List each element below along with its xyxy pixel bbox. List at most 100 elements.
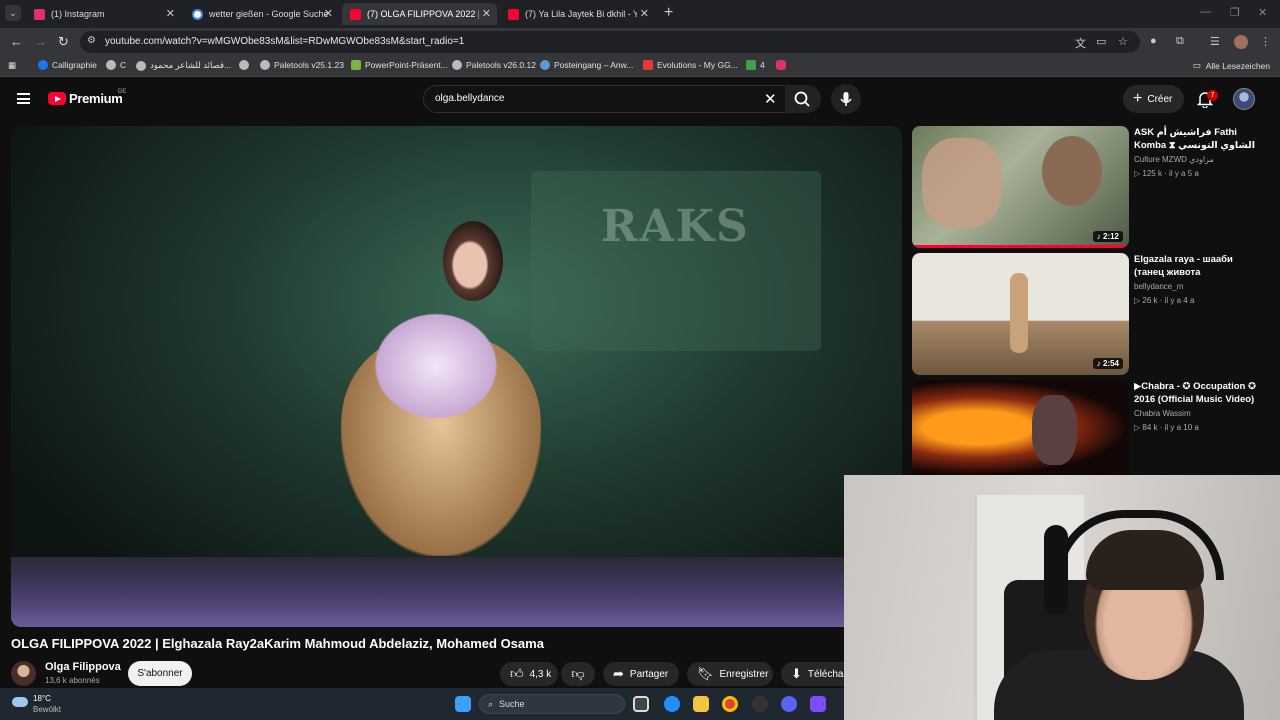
- new-tab-button[interactable]: +: [664, 4, 673, 22]
- search-query: olga.bellydance: [435, 93, 505, 104]
- tab-list-icon[interactable]: ☰: [1210, 35, 1220, 48]
- subscribe-button[interactable]: S'abonner: [128, 661, 192, 686]
- edge-icon[interactable]: [664, 696, 680, 712]
- microphone-icon: [840, 92, 852, 106]
- bookmark-evolutions[interactable]: Evolutions - My GG...: [643, 60, 738, 70]
- bookmark-paletools-26[interactable]: Paletools v26.0.12: [452, 60, 536, 70]
- close-tab-icon[interactable]: ✕: [482, 7, 491, 20]
- tab-youtube-olga[interactable]: (7) OLGA FILIPPOVA 2022 | Elgh ✕: [342, 3, 497, 25]
- bookmark-instagram[interactable]: [776, 60, 790, 70]
- share-button[interactable]: ➦ Partager: [603, 662, 679, 686]
- bookmark-powerpoint[interactable]: PowerPoint-Präsent...: [351, 60, 448, 70]
- instagram-icon: [776, 60, 786, 70]
- video-title: OLGA FILIPPOVA 2022 | Elghazala Ray2aKar…: [11, 636, 544, 651]
- save-button[interactable]: 🔖︎ Enregistrer: [687, 662, 773, 686]
- video-thumbnail[interactable]: ♪ 2:12: [912, 126, 1129, 248]
- bookmark-c[interactable]: C: [106, 60, 126, 70]
- close-tab-icon[interactable]: ✕: [324, 7, 333, 20]
- stage-banner: [531, 171, 821, 351]
- bookmark-star-icon[interactable]: ☆: [1118, 35, 1128, 48]
- weather-temperature[interactable]: 18°C: [33, 694, 51, 703]
- bookmark-paletools-25-label[interactable]: Paletools v25.1.23: [260, 60, 344, 70]
- download-button[interactable]: ⬇ Téléchar: [781, 662, 847, 686]
- globe-icon: [452, 60, 462, 70]
- task-view-icon[interactable]: [633, 696, 649, 712]
- share-icon: ➦: [613, 666, 624, 681]
- suggested-video-title: ASK فراشيش أم Fathi Komba ⧗ الشاوي التون…: [1134, 127, 1255, 151]
- close-tab-icon[interactable]: ✕: [640, 7, 649, 20]
- taskbar-search[interactable]: ⌕ Suche: [479, 694, 625, 714]
- dislike-button[interactable]: 👎︎: [561, 662, 595, 686]
- account-avatar[interactable]: [1233, 88, 1255, 110]
- youtube-masthead: Premium DE olga.bellydance ✕ + Créer: [0, 77, 1280, 121]
- youtube-icon: [508, 8, 519, 20]
- thumbnail-person: [1032, 395, 1077, 465]
- menu-icon[interactable]: [17, 93, 30, 104]
- profile-avatar[interactable]: [1234, 35, 1248, 49]
- channel-avatar[interactable]: [11, 661, 36, 686]
- address-bar[interactable]: ⚙ youtube.com/watch?v=wMGWObe83sM&list=R…: [80, 31, 1140, 53]
- suggested-video-meta: ▷ 125 k · il y a 5 a: [1134, 169, 1199, 178]
- apps-grid-icon[interactable]: ▦: [8, 60, 16, 71]
- thumbnail-dancer: [1010, 273, 1028, 353]
- restore-icon[interactable]: ❐: [1230, 6, 1240, 19]
- video-thumbnail[interactable]: [912, 380, 1129, 475]
- translate-icon[interactable]: 文: [1075, 35, 1086, 51]
- like-button[interactable]: 👍︎ 4,3 k: [500, 662, 558, 686]
- chrome-icon[interactable]: [722, 696, 738, 712]
- app-icon[interactable]: [810, 696, 826, 712]
- file-explorer-icon[interactable]: [693, 696, 709, 712]
- weather-condition[interactable]: Bewölkt: [33, 705, 61, 714]
- bookmark-4[interactable]: 4: [746, 60, 765, 70]
- thumbs-down-icon: 👎︎: [571, 666, 585, 681]
- bookmark-arabic-poems[interactable]: قصائد للشاعر محمود...: [136, 60, 231, 71]
- forward-icon[interactable]: →: [34, 34, 47, 49]
- search-button[interactable]: [785, 85, 821, 113]
- bookmark-calligraphie[interactable]: Calligraphie: [38, 60, 97, 70]
- browser-toolbar: ← → ↻ ⚙ youtube.com/watch?v=wMGWObe83sM&…: [0, 28, 1280, 56]
- extension-icon[interactable]: ●: [1150, 35, 1157, 47]
- cast-icon[interactable]: ▭: [1096, 35, 1106, 48]
- windows-start-icon[interactable]: [455, 696, 471, 712]
- reload-icon[interactable]: ↻: [58, 34, 69, 50]
- windows-taskbar: 18°C Bewölkt ⌕ Suche: [0, 688, 844, 720]
- suggested-video-meta: ▷ 84 k · il y a 10 a: [1134, 423, 1199, 432]
- suggested-video-channel[interactable]: Culture MZWD مزاودي: [1134, 155, 1214, 164]
- video-player[interactable]: RAKS: [11, 126, 902, 627]
- clear-search-icon[interactable]: ✕: [764, 90, 777, 108]
- channel-name[interactable]: Olga Filippova: [45, 661, 121, 673]
- tab-search-button[interactable]: ⌄: [5, 5, 21, 21]
- bookmark-icon: 🔖︎: [697, 666, 714, 681]
- youtube-logo-icon[interactable]: [48, 92, 66, 105]
- suggested-video-channel[interactable]: Chabra Wassim: [1134, 409, 1191, 418]
- video-thumbnail[interactable]: ♪ 2:54: [912, 253, 1129, 375]
- watch-progress-bar: [912, 245, 1129, 248]
- tab-google-search[interactable]: wetter gießen - Google Suche ✕: [184, 3, 339, 25]
- obs-icon[interactable]: [752, 696, 768, 712]
- folder-icon: ▭: [1192, 60, 1201, 70]
- minimize-icon[interactable]: —: [1200, 6, 1211, 18]
- cloud-icon[interactable]: [12, 697, 28, 707]
- voice-search-button[interactable]: [831, 84, 861, 114]
- close-window-icon[interactable]: ✕: [1258, 6, 1267, 19]
- all-bookmarks[interactable]: ▭ Alle Lesezeichen: [1193, 60, 1270, 71]
- ggg-icon: [643, 60, 653, 70]
- discord-icon[interactable]: [781, 696, 797, 712]
- mail-icon: [540, 60, 550, 70]
- suggested-video-channel[interactable]: bellydance_m: [1134, 282, 1183, 291]
- back-icon[interactable]: ←: [10, 34, 23, 49]
- bookmark-paletools-25[interactable]: [239, 60, 253, 70]
- tab-instagram[interactable]: (1) Instagram ✕: [26, 3, 181, 25]
- search-input[interactable]: olga.bellydance ✕: [423, 85, 787, 113]
- bookmark-posteingang[interactable]: Posteingang – Anw...: [540, 60, 633, 70]
- sheets-icon: [351, 60, 361, 70]
- create-button[interactable]: + Créer: [1123, 85, 1184, 113]
- site-info-icon[interactable]: ⚙: [87, 35, 96, 46]
- more-menu-icon[interactable]: ⋮: [1260, 35, 1271, 48]
- youtube-premium-logo[interactable]: Premium: [69, 91, 123, 106]
- extensions-puzzle-icon[interactable]: ⧉: [1176, 35, 1184, 48]
- close-tab-icon[interactable]: ✕: [166, 7, 175, 20]
- facebook-icon: [38, 60, 48, 70]
- tab-youtube-ya-lila[interactable]: (7) Ya Lila Jaytek Bi dkhil - Ya Sa ✕: [500, 3, 655, 25]
- thumbs-up-icon: 👍︎: [510, 666, 524, 681]
